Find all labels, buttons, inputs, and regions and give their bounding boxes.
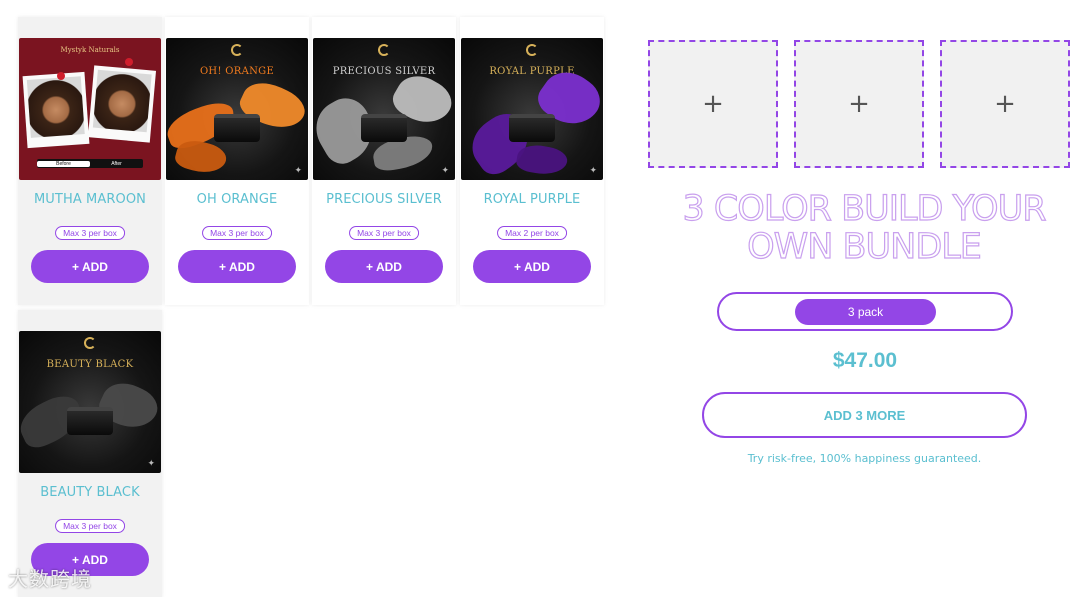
product-name[interactable]: ROYAL PURPLE (460, 192, 604, 207)
before-after-slider[interactable]: Before After (37, 159, 143, 168)
max-per-box-badge: Max 2 per box (497, 226, 567, 240)
max-per-box-badge: Max 3 per box (55, 226, 125, 240)
after-label: After (111, 160, 122, 167)
product-card-mutha-maroon[interactable]: Mystyk Naturals Before After MUTHA MAROO… (18, 17, 162, 305)
before-photo (22, 71, 90, 149)
product-jar (509, 114, 555, 142)
max-per-box-badge: Max 3 per box (349, 226, 419, 240)
add-more-button[interactable]: ADD 3 MORE (702, 392, 1027, 438)
pack-option-3[interactable]: 3 pack (795, 299, 936, 325)
product-image-oh-orange[interactable]: OH! ORANGE ✦ (166, 38, 308, 180)
photo-title: OH! ORANGE (199, 66, 275, 77)
brand-logo-icon (84, 337, 96, 349)
pin-icon (57, 72, 65, 80)
product-name[interactable]: OH ORANGE (165, 192, 309, 207)
watermark: 大数跨境 (8, 567, 92, 591)
product-card-royal-purple[interactable]: ROYAL PURPLE ✦ ROYAL PURPLE Max 2 per bo… (460, 17, 604, 305)
photo-title: BEAUTY BLACK (46, 359, 134, 370)
sparkle-icon: ✦ (589, 165, 597, 175)
add-button-mutha-maroon[interactable]: + ADD (31, 250, 149, 283)
brand-logo-icon (526, 44, 538, 56)
guarantee-text: Try risk-free, 100% happiness guaranteed… (747, 452, 982, 465)
add-button-precious-silver[interactable]: + ADD (325, 250, 443, 283)
bundle-title: 3 COLOR BUILD YOUR OWN BUNDLE (682, 189, 1047, 267)
bundle-slot-3[interactable]: + (940, 40, 1070, 168)
pack-size-selector[interactable]: 3 pack (717, 292, 1013, 331)
product-jar (361, 114, 407, 142)
product-card-precious-silver[interactable]: PRECIOUS SILVER ✦ PRECIOUS SILVER Max 3 … (312, 17, 456, 305)
product-image-beauty-black[interactable]: BEAUTY BLACK ✦ (19, 331, 161, 473)
product-name[interactable]: BEAUTY BLACK (18, 485, 162, 500)
photo-title: ROYAL PURPLE (489, 66, 575, 77)
sparkle-icon: ✦ (294, 165, 302, 175)
brand-logo-icon (231, 44, 243, 56)
plus-icon: + (848, 89, 870, 119)
paint-splash (514, 141, 570, 179)
product-image-precious-silver[interactable]: PRECIOUS SILVER ✦ (313, 38, 455, 180)
plus-icon: + (994, 89, 1016, 119)
add-button-oh-orange[interactable]: + ADD (178, 250, 296, 283)
max-per-box-badge: Max 3 per box (55, 519, 125, 533)
product-name[interactable]: MUTHA MAROON (18, 192, 162, 207)
product-jar (214, 114, 260, 142)
product-jar (67, 407, 113, 435)
after-photo (87, 65, 157, 143)
product-name[interactable]: PRECIOUS SILVER (312, 192, 456, 207)
sparkle-icon: ✦ (147, 458, 155, 468)
product-card-beauty-black[interactable]: BEAUTY BLACK ✦ BEAUTY BLACK Max 3 per bo… (18, 310, 162, 597)
product-image-mutha-maroon[interactable]: Mystyk Naturals Before After (19, 38, 161, 180)
brand-logo-text: Mystyk Naturals (60, 46, 120, 54)
brand-logo-icon (378, 44, 390, 56)
add-button-royal-purple[interactable]: + ADD (473, 250, 591, 283)
product-image-royal-purple[interactable]: ROYAL PURPLE ✦ (461, 38, 603, 180)
bundle-price: $47.00 (832, 349, 898, 372)
sparkle-icon: ✦ (441, 165, 449, 175)
bundle-slot-2[interactable]: + (794, 40, 924, 168)
plus-icon: + (702, 89, 724, 119)
bundle-slot-1[interactable]: + (648, 40, 778, 168)
bundle-builder-page: Mystyk Naturals Before After MUTHA MAROO… (0, 0, 1080, 597)
before-label: Before (37, 160, 90, 167)
product-card-oh-orange[interactable]: OH! ORANGE ✦ OH ORANGE Max 3 per box + A… (165, 17, 309, 305)
max-per-box-badge: Max 3 per box (202, 226, 272, 240)
photo-title: PRECIOUS SILVER (332, 66, 436, 77)
pin-icon (125, 58, 133, 66)
